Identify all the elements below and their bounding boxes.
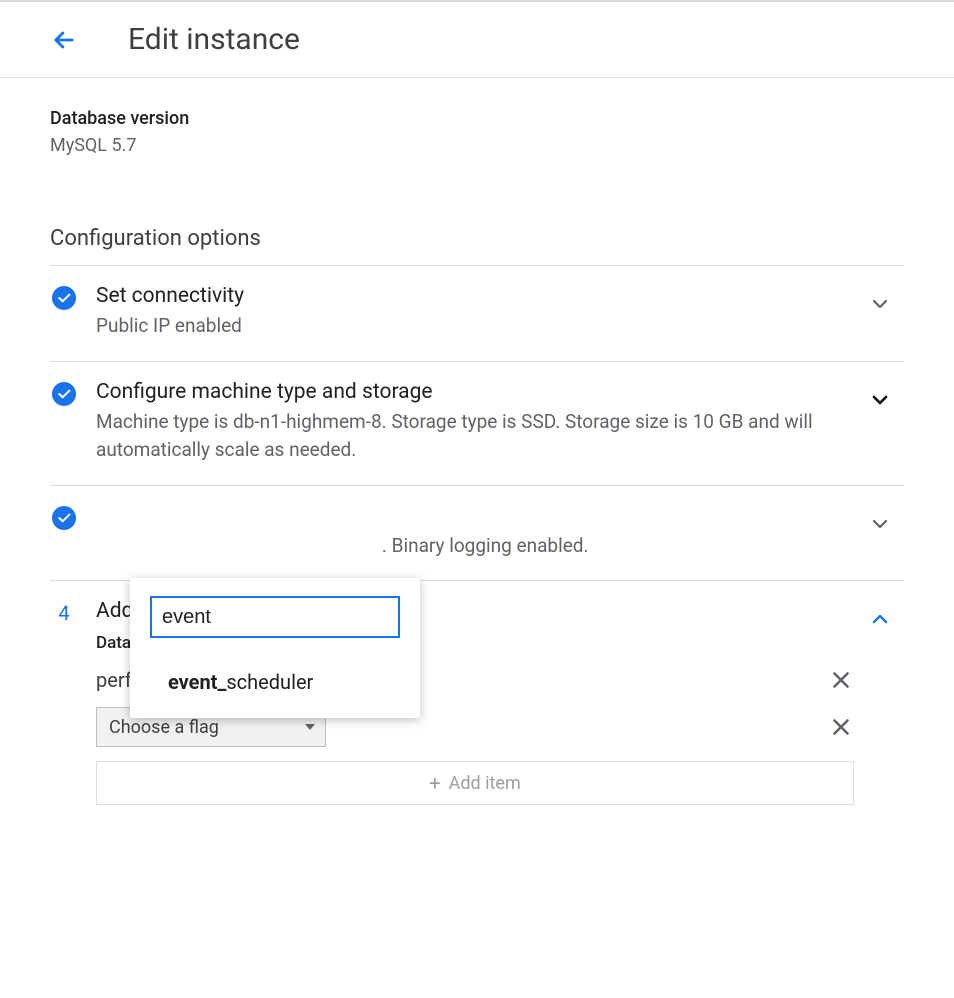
accordion-subtitle: Machine type is db-n1-highmem-8. Storage… xyxy=(96,408,854,465)
accordion-connectivity[interactable]: Set connectivity Public IP enabled xyxy=(50,266,904,362)
plus-icon: + xyxy=(429,771,440,795)
config-options-heading: Configuration options xyxy=(50,226,904,251)
add-item-button[interactable]: + Add item xyxy=(96,761,854,805)
flag-search-input-wrap[interactable] xyxy=(150,596,400,638)
flag-search-input[interactable] xyxy=(162,606,427,629)
db-version-value: MySQL 5.7 xyxy=(50,135,904,156)
accordion-title: Configure machine type and storage xyxy=(96,380,854,404)
accordion-backup[interactable]: XXXXXXXXXXXXXXXXXXXXXXXX. Binary logging… xyxy=(50,486,904,582)
autocomplete-option[interactable]: event_scheduler xyxy=(150,670,400,694)
accordion-subtitle: Public IP enabled xyxy=(96,312,854,341)
flag-autocomplete-panel: event_scheduler xyxy=(130,578,420,718)
chevron-down-icon[interactable] xyxy=(868,292,892,316)
remove-flag-icon[interactable] xyxy=(828,714,854,740)
chevron-up-icon[interactable] xyxy=(868,607,892,631)
remove-flag-icon[interactable] xyxy=(828,667,854,693)
accordion-subtitle: XXXXXXXXXXXXXXXXXXXXXXXX. Binary logging… xyxy=(96,532,854,561)
db-version-label: Database version xyxy=(50,108,904,129)
page-title: Edit instance xyxy=(128,22,300,57)
step-number: 4 xyxy=(52,601,76,625)
chevron-down-icon[interactable] xyxy=(868,388,892,412)
back-arrow-icon[interactable] xyxy=(50,26,78,54)
accordion-machine-type[interactable]: Configure machine type and storage Machi… xyxy=(50,362,904,486)
chevron-down-icon[interactable] xyxy=(868,512,892,536)
check-circle-icon xyxy=(52,382,76,406)
check-circle-icon xyxy=(52,506,76,530)
accordion-title xyxy=(96,504,854,528)
caret-down-icon xyxy=(305,724,315,730)
accordion-title: Set connectivity xyxy=(96,284,854,308)
check-circle-icon xyxy=(52,286,76,310)
